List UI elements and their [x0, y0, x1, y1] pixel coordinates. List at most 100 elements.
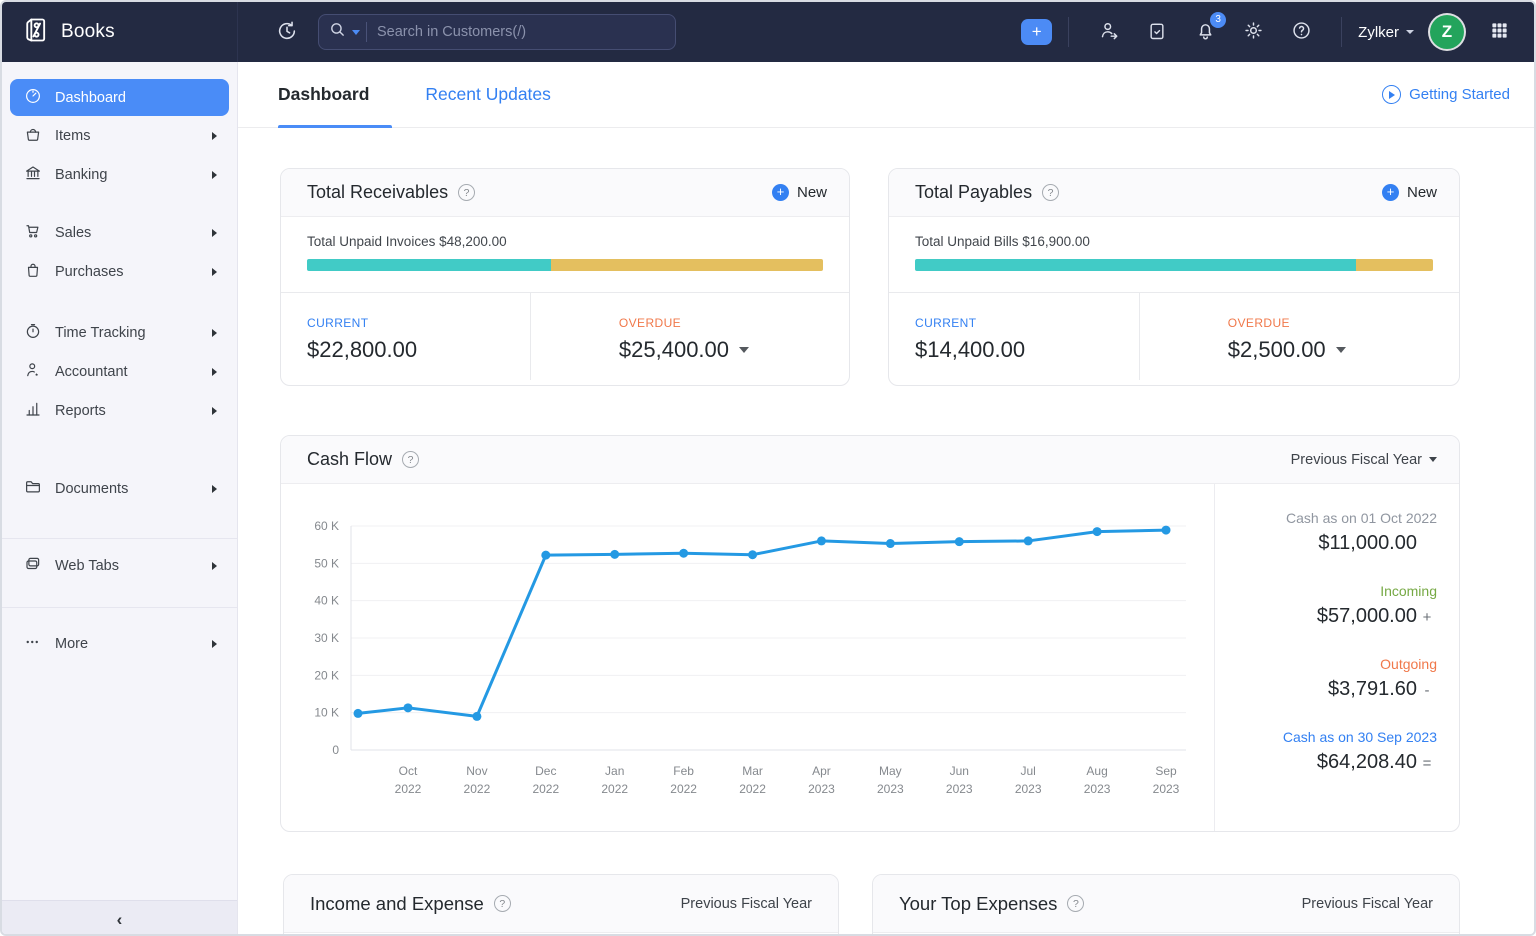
- sidebar-item-banking[interactable]: Banking: [10, 155, 229, 194]
- current-segment: [915, 259, 1357, 271]
- folder-icon: [24, 478, 42, 500]
- history-clock-icon: [276, 20, 298, 45]
- payables-header: Total Payables ? + New: [889, 169, 1459, 217]
- cash-flow-title: Cash Flow: [307, 449, 393, 469]
- plus-circle-icon: +: [1381, 184, 1399, 201]
- sidebar-item-dashboard[interactable]: Dashboard: [10, 79, 229, 116]
- search-scope-chevron-icon[interactable]: [352, 29, 360, 35]
- basket-icon: [24, 125, 42, 147]
- svg-text:40 K: 40 K: [314, 594, 339, 608]
- chevron-right-icon: [212, 406, 217, 415]
- overdue-dropdown-caret-icon[interactable]: [739, 347, 750, 353]
- svg-text:2023: 2023: [946, 782, 973, 796]
- income-expense-period[interactable]: Previous Fiscal Year: [681, 896, 812, 912]
- page-header: Dashboard Recent Updates Getting Started: [238, 62, 1534, 128]
- avatar[interactable]: Z: [1430, 15, 1464, 49]
- chevron-down-icon: [1429, 457, 1437, 462]
- dashboard-icon: [24, 87, 42, 109]
- brand[interactable]: Books: [2, 2, 238, 62]
- chevron-right-icon: [212, 367, 217, 376]
- cash-flow-summary-panel: Cash as on 01 Oct 2022 $11,000.00 Incomi…: [1214, 484, 1459, 831]
- sidebar-item-time-tracking[interactable]: Time Tracking: [10, 313, 229, 352]
- quick-create-button[interactable]: +: [1021, 19, 1053, 45]
- settings-button[interactable]: [1236, 15, 1270, 49]
- svg-text:2023: 2023: [1015, 782, 1042, 796]
- notifications-button[interactable]: 3: [1188, 12, 1227, 49]
- announcements-button[interactable]: [1140, 15, 1174, 49]
- unpaid-bills-summary: Total Unpaid Bills $16,900.00: [915, 234, 1090, 249]
- sidebar-item-reports[interactable]: Reports: [10, 391, 229, 430]
- cash-flow-body: 0 10 K 20 K 30 K 40 K 50 K 60 K Oct 2022 Nov 2022 D…: [281, 484, 1459, 831]
- org-switcher[interactable]: Zylker: [1358, 24, 1414, 41]
- overdue-dropdown-caret-icon[interactable]: [1335, 347, 1346, 353]
- top-expenses-period[interactable]: Previous Fiscal Year: [1302, 896, 1433, 912]
- plus-circle-icon: +: [771, 184, 789, 201]
- help-icon[interactable]: ?: [1067, 895, 1085, 912]
- new-receivable-button[interactable]: + New: [771, 184, 827, 201]
- sidebar-item-sales[interactable]: Sales: [10, 213, 229, 252]
- topbar-divider: [1068, 17, 1070, 47]
- income-expense-title: Income and Expense: [310, 892, 484, 914]
- tab-recent-updates[interactable]: Recent Updates: [425, 84, 551, 105]
- chevron-left-icon: ‹: [116, 909, 123, 929]
- notification-badge: 3: [1210, 12, 1227, 28]
- top-expenses-title: Your Top Expenses: [899, 892, 1058, 914]
- sidebar-item-accountant[interactable]: Accountant: [10, 352, 229, 391]
- svg-text:Jun: Jun: [950, 764, 969, 778]
- income-expense-card: Income and Expense ? Previous Fiscal Yea…: [283, 874, 839, 934]
- sidebar-item-items[interactable]: Items: [10, 116, 229, 155]
- svg-text:Apr: Apr: [812, 764, 831, 778]
- svg-text:2022: 2022: [601, 782, 628, 796]
- help-icon: [1291, 20, 1312, 44]
- chevron-right-icon: [212, 267, 217, 276]
- cash-flow-period-select[interactable]: Previous Fiscal Year: [1291, 452, 1437, 468]
- sidebar: Dashboard Items Banking Sales Purchases …: [2, 62, 238, 934]
- chevron-right-icon: [212, 639, 217, 648]
- svg-text:Sep: Sep: [1155, 764, 1177, 778]
- incoming-label: Incoming: [1380, 583, 1437, 599]
- overdue-amount: $2,500.00: [1227, 337, 1326, 362]
- search-input[interactable]: [377, 24, 665, 40]
- chevron-right-icon: [212, 561, 217, 570]
- sidebar-item-more[interactable]: More: [10, 624, 229, 663]
- cash-flow-card: Cash Flow ? Previous Fiscal Year 0 10 K 20…: [280, 435, 1460, 832]
- sidebar-item-web-tabs[interactable]: Web Tabs: [10, 546, 229, 585]
- bar-chart-icon: [24, 400, 42, 422]
- sidebar-item-purchases[interactable]: Purchases: [10, 252, 229, 291]
- recent-history-button[interactable]: [270, 15, 304, 49]
- receivables-progress-bar: [307, 259, 823, 271]
- org-name: Zylker: [1358, 23, 1399, 41]
- help-icon[interactable]: ?: [458, 184, 476, 201]
- svg-text:Jul: Jul: [1021, 764, 1036, 778]
- unpaid-invoices-summary: Total Unpaid Invoices $48,200.00: [307, 234, 507, 249]
- help-icon[interactable]: ?: [493, 895, 511, 912]
- help-icon[interactable]: ?: [1042, 184, 1060, 201]
- chevron-right-icon: [212, 170, 217, 179]
- sidebar-item-documents[interactable]: Documents: [10, 469, 229, 508]
- new-payable-button[interactable]: + New: [1381, 184, 1437, 201]
- refer-users-button[interactable]: [1092, 15, 1126, 49]
- svg-text:10 K: 10 K: [314, 706, 339, 720]
- cash-flow-header: Cash Flow ? Previous Fiscal Year: [281, 436, 1459, 484]
- tab-dashboard[interactable]: Dashboard: [278, 84, 369, 105]
- search-icon: [329, 21, 346, 43]
- apps-grid-button[interactable]: [1482, 15, 1516, 49]
- getting-started-link[interactable]: Getting Started: [1382, 85, 1510, 104]
- books-logo-icon: [22, 16, 50, 49]
- outgoing-label: Outgoing: [1380, 656, 1437, 672]
- svg-text:Dec: Dec: [535, 764, 556, 778]
- global-search[interactable]: [318, 14, 676, 50]
- svg-text:May: May: [879, 764, 902, 778]
- payables-footer: CURRENT $14,400.00 OVERDUE $2,500.00: [889, 292, 1459, 380]
- total-receivables-card: Total Receivables ? + New Total Unpaid I…: [280, 168, 850, 386]
- closing-balance-value: $64,208.40: [1316, 751, 1417, 773]
- svg-text:Mar: Mar: [742, 764, 763, 778]
- current-label: CURRENT: [915, 316, 977, 330]
- active-tab-underline: [278, 125, 392, 128]
- clipboard-check-icon: [1147, 21, 1167, 44]
- closing-balance-label[interactable]: Cash as on 30 Sep 2023: [1215, 729, 1437, 745]
- sidebar-collapse-button[interactable]: ‹: [2, 900, 237, 934]
- help-button[interactable]: [1284, 15, 1318, 49]
- help-icon[interactable]: ?: [402, 451, 420, 468]
- chevron-right-icon: [212, 328, 217, 337]
